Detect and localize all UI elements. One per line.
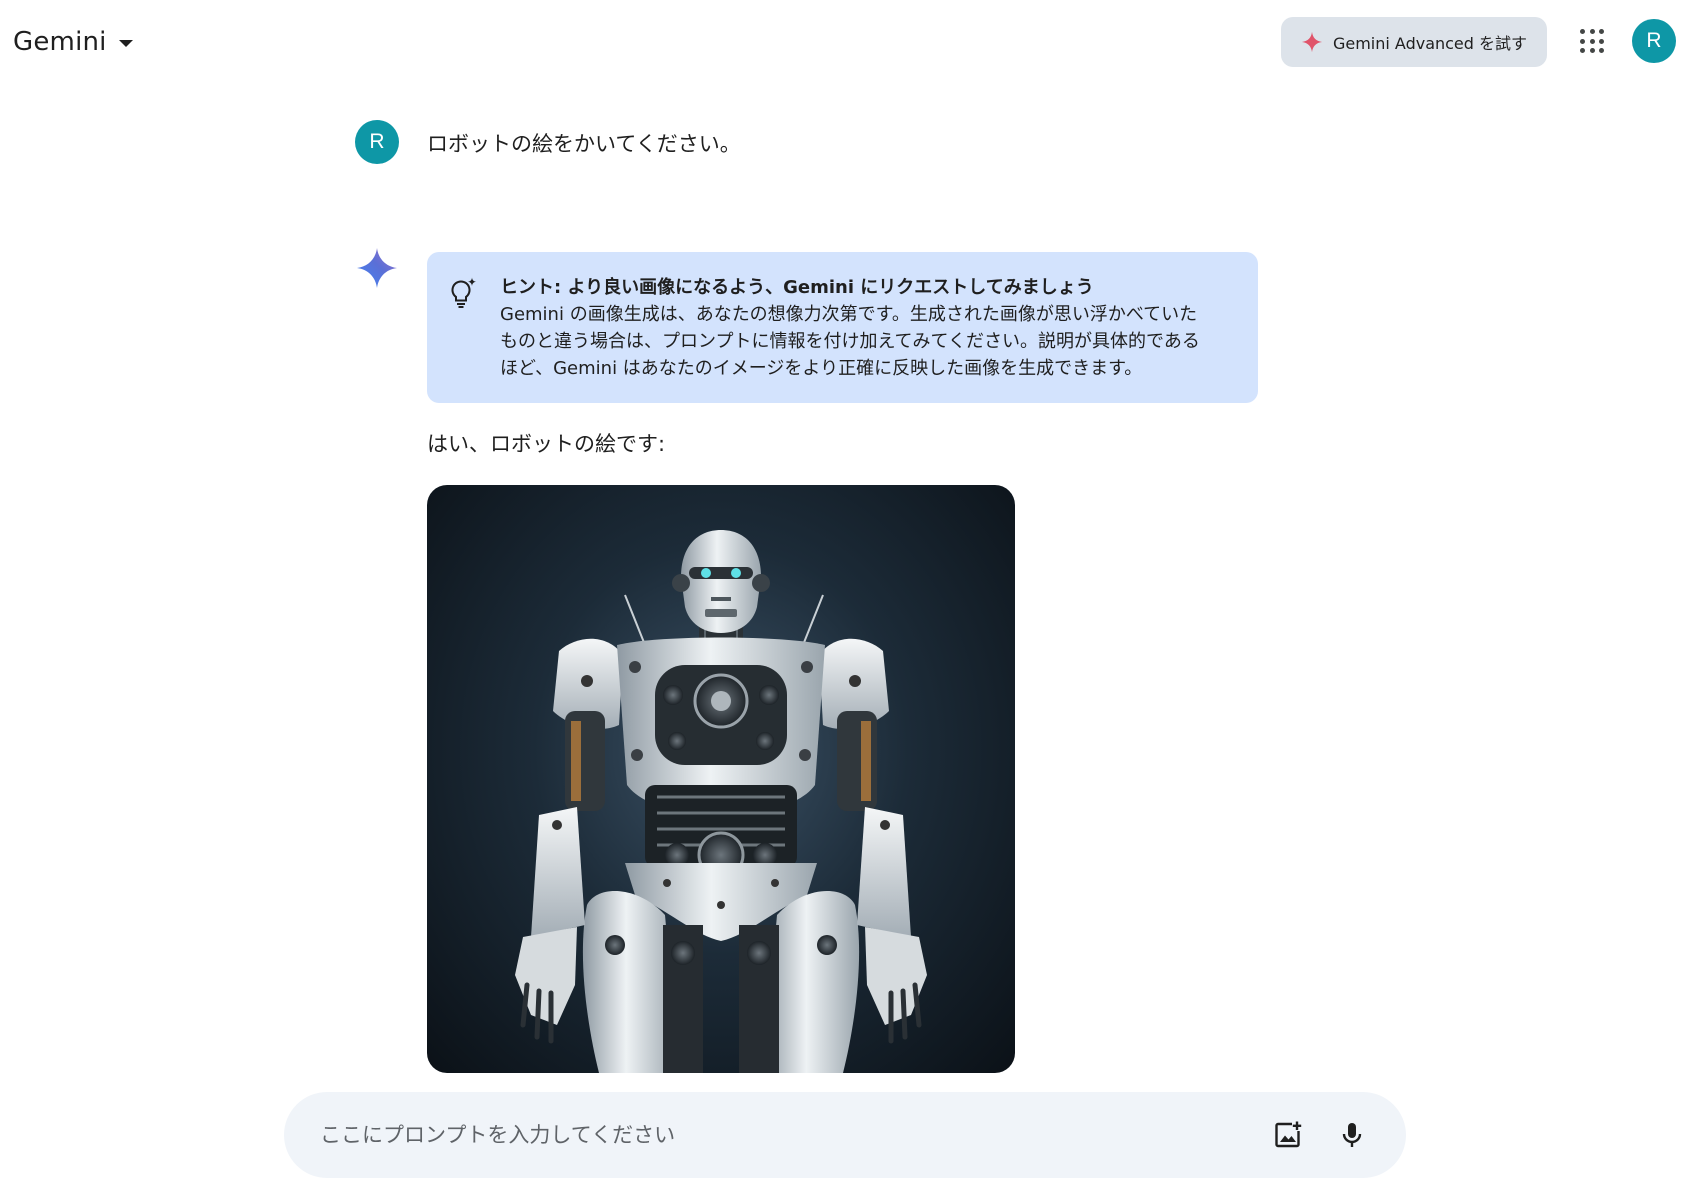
voice-input-button[interactable]: [1334, 1117, 1370, 1153]
apps-grid-icon[interactable]: [1578, 27, 1606, 55]
lightbulb-icon: [451, 277, 477, 308]
caret-down-icon: [118, 39, 133, 47]
prompt-bar: [284, 1092, 1406, 1178]
response-text: はい、ロボットの絵です:: [427, 432, 666, 456]
user-prompt-text: ロボットの絵をかいてください。: [427, 132, 741, 156]
user-avatar: R: [355, 120, 399, 164]
hint-card: ヒント: より良い画像になるよう、Gemini にリクエストしてみましょう Ge…: [427, 252, 1258, 403]
generated-image[interactable]: [427, 485, 1015, 1073]
hint-body-line: Gemini の画像生成は、あなたの想像力次第です。生成された画像が思い浮かべて…: [500, 304, 1198, 325]
add-image-icon: [1275, 1121, 1302, 1148]
sparkle-icon: [1301, 31, 1323, 53]
model-switcher[interactable]: Gemini: [13, 22, 133, 62]
try-advanced-button[interactable]: Gemini Advanced を試す: [1281, 17, 1547, 67]
robot-illustration: [515, 530, 927, 1073]
upload-image-button[interactable]: [1270, 1117, 1306, 1153]
gemini-spark-icon: [357, 248, 397, 288]
hint-body-line: ほど、Gemini はあなたのイメージをより正確に反映した画像を生成できます。: [500, 358, 1143, 379]
microphone-icon: [1342, 1123, 1362, 1147]
try-advanced-label: Gemini Advanced を試す: [1332, 34, 1528, 53]
gemini-page: Gemini Gemini Advanced を試す R R ロボットの絵をかい…: [0, 0, 1690, 1186]
prompt-input[interactable]: [320, 1123, 1242, 1147]
hint-title: ヒント: より良い画像になるよう、Gemini にリクエストしてみましょう: [500, 277, 1094, 298]
account-avatar[interactable]: R: [1632, 19, 1676, 63]
hint-body-line: ものと違う場合は、プロンプトに情報を付け加えてみてください。説明が具体的である: [500, 331, 1200, 352]
app-title: Gemini: [13, 27, 107, 57]
